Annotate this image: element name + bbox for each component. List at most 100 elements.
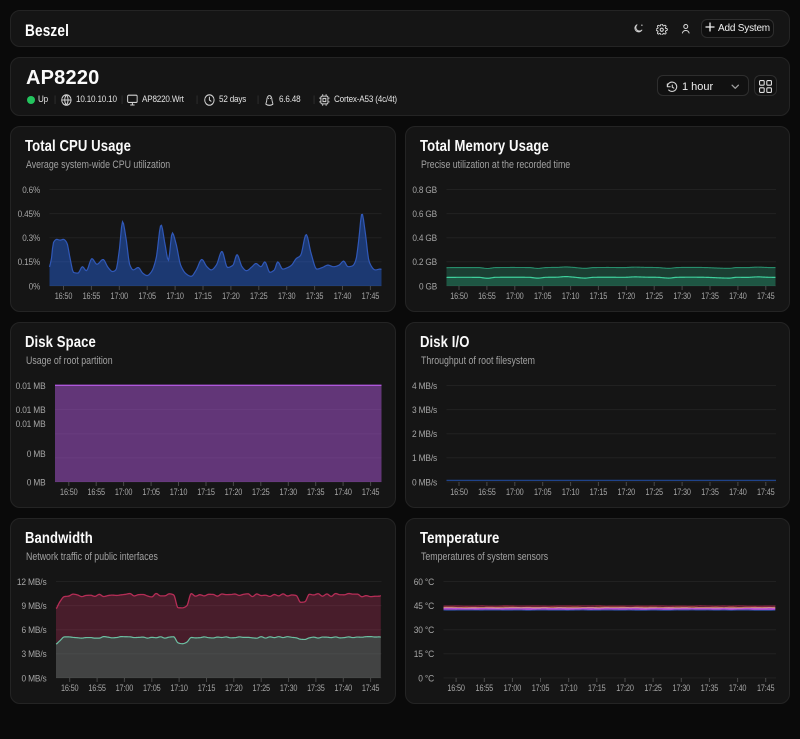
svg-text:4 MB/s: 4 MB/s: [412, 381, 437, 392]
svg-text:17:05: 17:05: [143, 683, 161, 694]
svg-text:17:45: 17:45: [757, 487, 775, 498]
svg-text:16:55: 16:55: [478, 487, 496, 498]
svg-text:17:05: 17:05: [534, 291, 552, 302]
svg-text:2 MB/s: 2 MB/s: [412, 429, 437, 440]
svg-text:17:00: 17:00: [506, 291, 524, 302]
svg-text:9 MB/s: 9 MB/s: [22, 601, 47, 612]
svg-text:16:50: 16:50: [60, 487, 78, 498]
svg-text:17:10: 17:10: [562, 487, 580, 498]
svg-text:17:45: 17:45: [362, 487, 380, 498]
svg-text:45 °C: 45 °C: [414, 601, 435, 612]
svg-text:17:30: 17:30: [280, 683, 298, 694]
svg-text:17:15: 17:15: [198, 683, 216, 694]
svg-text:17:20: 17:20: [618, 291, 636, 302]
svg-text:17:05: 17:05: [534, 487, 552, 498]
svg-text:17:15: 17:15: [590, 487, 608, 498]
svg-text:0.8 GB: 0.8 GB: [412, 185, 437, 196]
svg-text:17:45: 17:45: [362, 291, 380, 302]
svg-text:17:40: 17:40: [334, 487, 352, 498]
svg-text:0 MB/s: 0 MB/s: [22, 673, 47, 684]
svg-text:17:00: 17:00: [115, 487, 133, 498]
svg-text:17:40: 17:40: [729, 683, 747, 694]
svg-text:16:50: 16:50: [450, 291, 468, 302]
svg-text:17:00: 17:00: [116, 683, 134, 694]
svg-text:17:30: 17:30: [280, 487, 298, 498]
svg-text:0.3%: 0.3%: [22, 233, 40, 244]
svg-text:17:25: 17:25: [252, 487, 270, 498]
svg-text:17:45: 17:45: [362, 683, 380, 694]
svg-text:16:55: 16:55: [83, 291, 101, 302]
svg-text:17:45: 17:45: [757, 291, 775, 302]
svg-text:17:40: 17:40: [729, 487, 747, 498]
svg-text:17:20: 17:20: [618, 487, 636, 498]
svg-text:1 MB/s: 1 MB/s: [412, 453, 437, 464]
svg-text:17:30: 17:30: [673, 487, 691, 498]
svg-text:0.01 MB: 0.01 MB: [16, 405, 46, 416]
svg-text:0.2 GB: 0.2 GB: [412, 257, 437, 268]
svg-text:17:35: 17:35: [701, 291, 719, 302]
svg-text:17:15: 17:15: [590, 291, 608, 302]
svg-text:16:50: 16:50: [55, 291, 73, 302]
svg-text:60 °C: 60 °C: [414, 577, 435, 588]
svg-text:0%: 0%: [29, 281, 41, 292]
svg-text:0 MB/s: 0 MB/s: [412, 477, 437, 488]
svg-text:17:25: 17:25: [645, 291, 663, 302]
svg-text:6 MB/s: 6 MB/s: [22, 625, 47, 636]
svg-text:3 MB/s: 3 MB/s: [22, 649, 47, 660]
svg-text:17:20: 17:20: [222, 291, 240, 302]
svg-text:17:40: 17:40: [729, 291, 747, 302]
svg-text:30 °C: 30 °C: [414, 625, 435, 636]
svg-text:17:30: 17:30: [673, 291, 691, 302]
svg-text:0.4 GB: 0.4 GB: [412, 233, 437, 244]
svg-text:0 °C: 0 °C: [418, 673, 434, 684]
svg-text:0 MB: 0 MB: [27, 449, 46, 460]
svg-text:17:25: 17:25: [252, 683, 270, 694]
svg-text:17:25: 17:25: [250, 291, 268, 302]
svg-text:16:55: 16:55: [478, 291, 496, 302]
svg-text:0.6 GB: 0.6 GB: [412, 209, 437, 220]
svg-text:17:30: 17:30: [278, 291, 296, 302]
svg-text:17:40: 17:40: [334, 291, 352, 302]
svg-text:17:20: 17:20: [616, 683, 634, 694]
svg-text:0.01 MB: 0.01 MB: [16, 381, 46, 392]
svg-text:17:10: 17:10: [560, 683, 578, 694]
svg-text:0.01 MB: 0.01 MB: [16, 419, 46, 430]
svg-text:17:05: 17:05: [532, 683, 550, 694]
svg-text:17:35: 17:35: [307, 683, 325, 694]
svg-text:17:35: 17:35: [701, 487, 719, 498]
svg-text:17:00: 17:00: [504, 683, 522, 694]
svg-text:17:45: 17:45: [757, 683, 775, 694]
svg-text:12 MB/s: 12 MB/s: [17, 577, 47, 588]
svg-text:17:35: 17:35: [701, 683, 719, 694]
svg-text:15 °C: 15 °C: [414, 649, 435, 660]
svg-text:17:20: 17:20: [225, 487, 243, 498]
svg-text:17:05: 17:05: [138, 291, 156, 302]
svg-text:17:25: 17:25: [645, 487, 663, 498]
svg-text:16:55: 16:55: [476, 683, 494, 694]
svg-text:0 GB: 0 GB: [419, 281, 437, 292]
svg-text:17:15: 17:15: [588, 683, 606, 694]
svg-text:17:20: 17:20: [225, 683, 243, 694]
svg-text:16:50: 16:50: [450, 487, 468, 498]
svg-text:3 MB/s: 3 MB/s: [412, 405, 437, 416]
svg-text:0.45%: 0.45%: [18, 209, 41, 220]
svg-text:0 MB: 0 MB: [27, 477, 46, 488]
svg-text:0.6%: 0.6%: [22, 185, 40, 196]
svg-text:17:00: 17:00: [111, 291, 129, 302]
svg-text:0.15%: 0.15%: [18, 257, 41, 268]
svg-text:17:35: 17:35: [307, 487, 325, 498]
svg-text:17:35: 17:35: [306, 291, 324, 302]
svg-text:17:10: 17:10: [166, 291, 184, 302]
svg-text:17:30: 17:30: [673, 683, 691, 694]
svg-text:16:50: 16:50: [447, 683, 465, 694]
svg-text:16:55: 16:55: [88, 683, 106, 694]
svg-text:17:10: 17:10: [170, 683, 188, 694]
svg-text:17:25: 17:25: [644, 683, 662, 694]
svg-text:17:00: 17:00: [506, 487, 524, 498]
svg-text:17:15: 17:15: [197, 487, 215, 498]
svg-text:17:10: 17:10: [562, 291, 580, 302]
svg-text:16:50: 16:50: [61, 683, 79, 694]
svg-text:17:15: 17:15: [194, 291, 212, 302]
svg-text:17:10: 17:10: [170, 487, 188, 498]
svg-text:17:40: 17:40: [335, 683, 353, 694]
